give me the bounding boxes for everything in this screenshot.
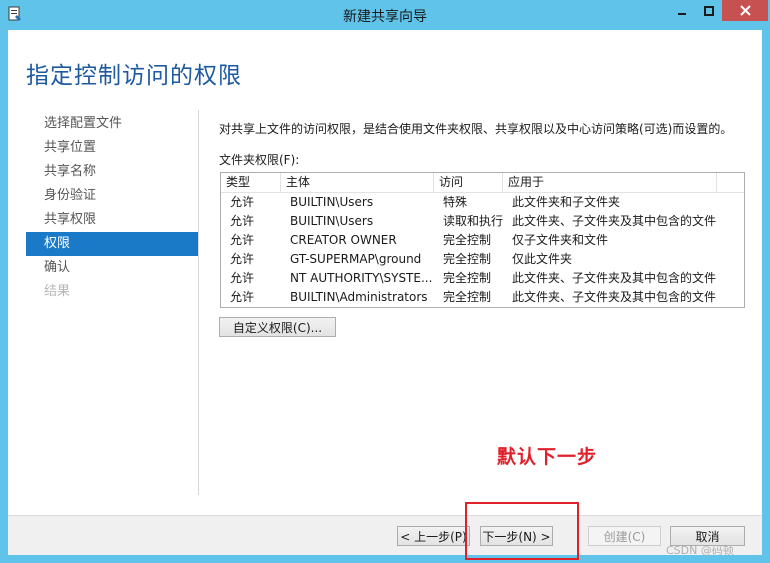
watermark: CSDN @码顿 — [666, 544, 734, 557]
cell-type: 允许 — [230, 290, 255, 304]
cell-access: 完全控制 — [443, 271, 492, 285]
table-row[interactable]: 允许 GT-SUPERMAP\ground 完全控制 仅此文件夹 — [221, 250, 744, 269]
cell-applies-to: 此文件夹和子文件夹 — [512, 195, 621, 209]
page-title: 指定控制访问的权限 — [26, 63, 242, 89]
step-share-name[interactable]: 共享名称 — [26, 160, 198, 184]
folder-permissions-label: 文件夹权限(F): — [219, 153, 300, 167]
minimize-icon — [677, 12, 686, 15]
permissions-table[interactable]: 类型 主体 访问 应用于 允许 BUILTIN\Users 特殊 此文件夹和子文… — [220, 172, 745, 308]
cell-principal: NT AUTHORITY\SYSTE... — [290, 271, 433, 285]
column-access[interactable]: 访问 — [434, 173, 503, 193]
cell-type: 允许 — [230, 233, 255, 247]
step-results: 结果 — [44, 284, 71, 299]
cell-principal: CREATOR OWNER — [290, 233, 397, 247]
table-row[interactable]: 允许 CREATOR OWNER 完全控制 仅子文件夹和文件 — [221, 231, 744, 250]
window-title: 新建共享向导 — [343, 9, 427, 25]
cell-type: 允许 — [230, 252, 255, 266]
step-share-permissions[interactable]: 共享权限 — [26, 208, 198, 232]
step-select-profile[interactable]: 选择配置文件 — [26, 112, 198, 136]
wizard-steps: 选择配置文件 共享位置 共享名称 身份验证 共享权限 权限 确认 结果 — [26, 112, 198, 304]
custom-permissions-button[interactable]: 自定义权限(C)... — [219, 317, 336, 337]
cell-principal: BUILTIN\Administrators — [290, 290, 428, 304]
permissions-description: 对共享上文件的访问权限，是结合使用文件夹权限、共享权限以及中心访问策略(可选)而… — [219, 122, 733, 136]
cell-type: 允许 — [230, 195, 255, 209]
title-bar: 新建共享向导 — [0, 0, 770, 30]
previous-button[interactable]: < 上一步(P) — [397, 526, 470, 546]
step-confirmation[interactable]: 确认 — [26, 256, 198, 280]
column-principal[interactable]: 主体 — [281, 173, 434, 193]
cell-principal: BUILTIN\Users — [290, 214, 374, 228]
cell-principal: GT-SUPERMAP\ground — [290, 252, 422, 266]
wizard-window: 新建共享向导 指定控制访问的权限 选择配置文件 共享位置 共享名称 身份验证 共… — [0, 0, 770, 563]
column-spacer — [717, 173, 744, 193]
table-row[interactable]: 允许 BUILTIN\Users 读取和执行 此文件夹、子文件夹及其中包含的文件 — [221, 212, 744, 231]
step-authentication[interactable]: 身份验证 — [26, 184, 198, 208]
column-type[interactable]: 类型 — [221, 173, 281, 193]
maximize-button[interactable] — [695, 0, 722, 21]
cell-principal: BUILTIN\Users — [290, 195, 374, 209]
annotation-text: 默认下一步 — [497, 446, 598, 468]
table-row[interactable]: 允许 NT AUTHORITY\SYSTE... 完全控制 此文件夹、子文件夹及… — [221, 269, 744, 288]
cell-access: 完全控制 — [443, 252, 492, 266]
cell-applies-to: 此文件夹、子文件夹及其中包含的文件 — [512, 214, 717, 228]
cell-applies-to: 此文件夹、子文件夹及其中包含的文件 — [512, 271, 717, 285]
cell-access: 完全控制 — [443, 233, 492, 247]
cell-applies-to: 此文件夹、子文件夹及其中包含的文件 — [512, 290, 717, 304]
cell-applies-to: 仅子文件夹和文件 — [512, 233, 609, 247]
create-button: 创建(C) — [588, 526, 661, 546]
cell-type: 允许 — [230, 271, 255, 285]
wizard-content: 指定控制访问的权限 选择配置文件 共享位置 共享名称 身份验证 共享权限 权限 … — [8, 30, 762, 560]
column-applies-to[interactable]: 应用于 — [503, 173, 717, 193]
table-header: 类型 主体 访问 应用于 — [221, 173, 744, 193]
cell-type: 允许 — [230, 214, 255, 228]
close-icon — [739, 5, 751, 16]
cell-access: 读取和执行 — [443, 214, 503, 228]
maximize-icon — [703, 5, 714, 16]
cell-applies-to: 仅此文件夹 — [512, 252, 573, 266]
divider — [198, 110, 199, 495]
close-button[interactable] — [722, 0, 768, 21]
table-row[interactable]: 允许 BUILTIN\Users 特殊 此文件夹和子文件夹 — [221, 193, 744, 212]
annotation-highlight-box — [465, 502, 579, 560]
step-permissions[interactable]: 权限 — [26, 232, 198, 256]
cell-access: 特殊 — [443, 195, 468, 209]
cell-access: 完全控制 — [443, 290, 492, 304]
minimize-button[interactable] — [668, 0, 695, 21]
table-row[interactable]: 允许 BUILTIN\Administrators 完全控制 此文件夹、子文件夹… — [221, 288, 744, 307]
step-share-location[interactable]: 共享位置 — [26, 136, 198, 160]
